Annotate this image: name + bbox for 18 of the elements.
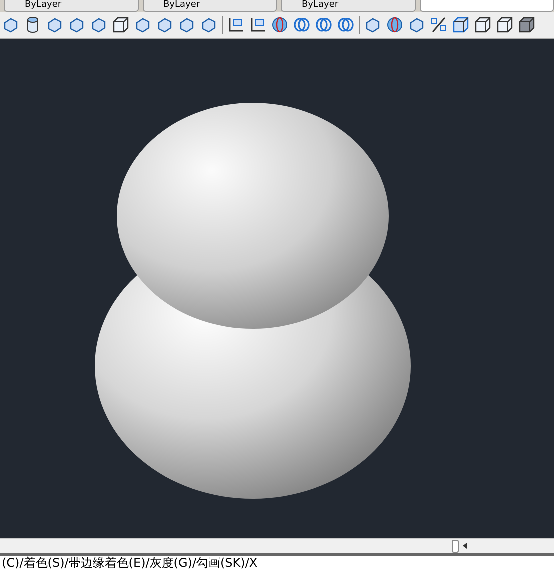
cube-grid-icon[interactable] — [452, 16, 470, 34]
layer-dropdown[interactable]: ByLayer — [281, 0, 416, 12]
command-line-text: (C)/着色(S)/带边缘着色(E)/灰度(G)/勾画(SK)/X — [2, 556, 258, 570]
sphere-orbit-icon[interactable] — [386, 16, 404, 34]
layer-dropdown[interactable]: ByLayer — [4, 0, 138, 12]
wireframe-cube-icon[interactable] — [474, 16, 492, 34]
ucs-axis-icon[interactable] — [227, 16, 245, 34]
percent-icon[interactable] — [430, 16, 448, 34]
rings-icon[interactable] — [337, 16, 355, 34]
shaded-cube-icon[interactable] — [518, 16, 536, 34]
globe-icon[interactable] — [271, 16, 289, 34]
axis-icon[interactable] — [249, 16, 267, 34]
scrollbar-thumb[interactable] — [452, 540, 459, 553]
cube-icon[interactable] — [112, 16, 130, 34]
hidden-cube-icon[interactable] — [496, 16, 514, 34]
rings-icon[interactable] — [315, 16, 333, 34]
rings-icon[interactable] — [293, 16, 311, 34]
layer-dropdown[interactable]: ByLayer — [142, 0, 277, 12]
